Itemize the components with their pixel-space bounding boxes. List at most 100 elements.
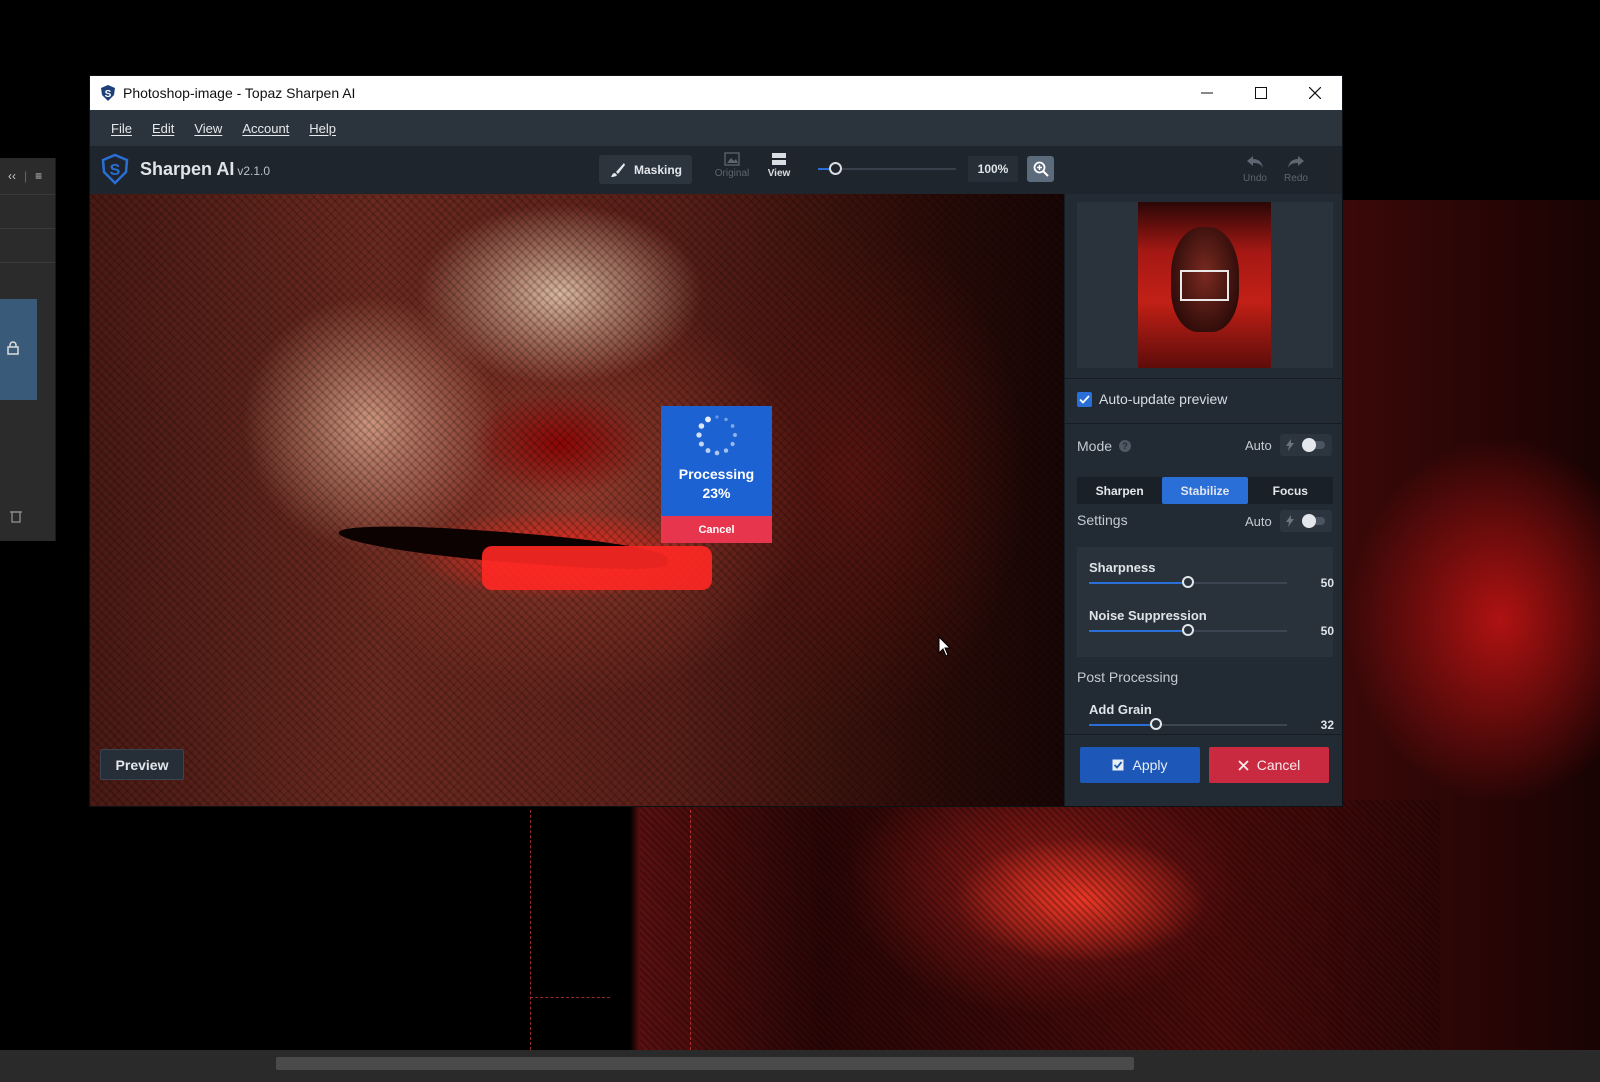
mode-auto-label: Auto [1245, 437, 1272, 453]
apply-label: Apply [1132, 757, 1168, 773]
zoom-slider-knob[interactable] [828, 162, 842, 175]
collapse-panels-icon[interactable]: ‹‹ [8, 169, 16, 183]
spinner-dot [723, 417, 728, 422]
menu-help[interactable]: Help [299, 121, 346, 136]
menu-bar: File Edit View Account Help [90, 110, 1342, 146]
undo-label: Undo [1243, 173, 1267, 184]
add-grain-label: Add Grain [1089, 702, 1152, 717]
add-grain-knob[interactable] [1150, 718, 1163, 730]
close-icon [1238, 759, 1249, 771]
slider-fill [1089, 630, 1188, 632]
spinner-dot [695, 432, 702, 438]
undo-button[interactable]: Undo [1237, 154, 1273, 184]
zoom-value[interactable]: 100% [968, 156, 1018, 182]
navigator[interactable] [1077, 202, 1333, 368]
maximize-icon [1255, 87, 1267, 99]
noise-suppression-knob[interactable] [1182, 624, 1194, 636]
zoom-slider[interactable] [818, 162, 956, 175]
close-button[interactable] [1288, 76, 1342, 110]
add-grain-value[interactable]: 32 [1304, 718, 1334, 732]
view-button[interactable]: View [757, 152, 801, 179]
mode-stabilize[interactable]: Stabilize [1162, 477, 1248, 504]
loading-spinner-icon [695, 415, 737, 456]
menu-file[interactable]: File [101, 121, 142, 136]
add-grain-slider[interactable]: Add Grain 32 [1089, 702, 1334, 732]
spinner-dot [705, 448, 710, 454]
spinner-dot [714, 415, 719, 419]
sharpness-slider[interactable]: Sharpness 50 [1089, 560, 1334, 590]
mode-header: Mode ? [1077, 438, 1132, 454]
masking-label: Masking [634, 162, 683, 177]
menu-edit[interactable]: Edit [142, 121, 184, 136]
image-preview[interactable]: Processing 23% Cancel Preview [90, 194, 1064, 806]
post-processing-header: Post Processing [1077, 669, 1178, 685]
noise-suppression-label: Noise Suppression [1089, 608, 1207, 623]
photoshop-bottom-bar [0, 1050, 1600, 1082]
cancel-button[interactable]: Cancel [1209, 747, 1329, 783]
app-version: v2.1.0 [237, 164, 271, 178]
svg-text:S: S [105, 89, 112, 100]
original-button[interactable]: Original [710, 152, 754, 179]
apply-icon [1112, 759, 1124, 771]
layer-row[interactable] [0, 228, 55, 262]
lightning-icon [1285, 439, 1294, 451]
toggle-knob [1301, 438, 1316, 452]
apply-button[interactable]: Apply [1080, 747, 1200, 783]
zoom-in-icon [1033, 161, 1049, 177]
navigator-viewport[interactable] [1180, 270, 1229, 301]
mode-focus[interactable]: Focus [1248, 477, 1333, 504]
toolbar: S Sharpen AI v2.1.0 Masking Original Vie… [90, 146, 1342, 194]
lightning-icon [1285, 515, 1294, 527]
spinner-dot [698, 423, 704, 429]
slider-fill [1089, 582, 1188, 584]
settings-auto-label: Auto [1245, 513, 1272, 529]
menu-view[interactable]: View [184, 121, 232, 136]
original-label: Original [714, 168, 750, 179]
minimize-button[interactable] [1180, 76, 1234, 110]
trash-icon[interactable] [10, 509, 22, 523]
window-title: Photoshop-image - Topaz Sharpen AI [123, 85, 356, 101]
lock-icon [7, 341, 19, 355]
title-bar: S Photoshop-image - Topaz Sharpen AI [90, 76, 1342, 110]
zoom-button[interactable] [1027, 156, 1054, 182]
processing-label: Processing [678, 466, 755, 482]
spinner-dot [704, 416, 711, 423]
masking-button[interactable]: Masking [599, 155, 692, 184]
auto-update-checkbox[interactable] [1077, 391, 1092, 407]
preview-button[interactable]: Preview [100, 749, 184, 780]
selection-guide [690, 810, 691, 1050]
settings-panel: Auto-update preview Mode ? Auto Sharpen … [1064, 194, 1343, 806]
photoshop-layers-panel: ‹‹ | ≡ [0, 158, 56, 541]
cancel-label: Cancel [1256, 757, 1301, 773]
settings-auto: Auto [1245, 510, 1332, 532]
mouse-cursor-icon [938, 636, 952, 657]
menu-account[interactable]: Account [232, 121, 299, 136]
layer-row[interactable] [0, 262, 55, 296]
noise-suppression-slider[interactable]: Noise Suppression 50 [1089, 608, 1334, 638]
mode-sharpen[interactable]: Sharpen [1077, 477, 1162, 504]
spinner-dot [732, 433, 737, 437]
noise-suppression-value[interactable]: 50 [1304, 624, 1334, 638]
redo-button[interactable]: Redo [1278, 154, 1314, 184]
redo-icon [1288, 156, 1304, 168]
help-icon[interactable]: ? [1119, 440, 1132, 452]
layer-row[interactable] [0, 194, 55, 228]
navigator-thumbnail [1138, 202, 1271, 368]
sharpness-value[interactable]: 50 [1304, 576, 1334, 590]
spinner-dot [714, 450, 719, 456]
panel-menu-icon[interactable]: ≡ [35, 169, 42, 183]
close-icon [1309, 87, 1321, 99]
settings-header: Settings [1077, 512, 1128, 528]
toggle-knob [1301, 514, 1316, 528]
settings-auto-toggle[interactable] [1279, 510, 1332, 532]
horizontal-scrollbar[interactable] [276, 1057, 1134, 1070]
slider-fill [1089, 724, 1157, 726]
mode-auto-toggle[interactable] [1279, 434, 1332, 456]
sharpness-knob[interactable] [1182, 576, 1194, 588]
maximize-button[interactable] [1234, 76, 1288, 110]
brand: S Sharpen AI v2.1.0 [99, 153, 270, 185]
auto-update-row[interactable]: Auto-update preview [1077, 391, 1227, 407]
processing-cancel-button[interactable]: Cancel [661, 516, 772, 543]
post-processing-label: Post Processing [1077, 669, 1179, 685]
image-icon [724, 152, 740, 166]
